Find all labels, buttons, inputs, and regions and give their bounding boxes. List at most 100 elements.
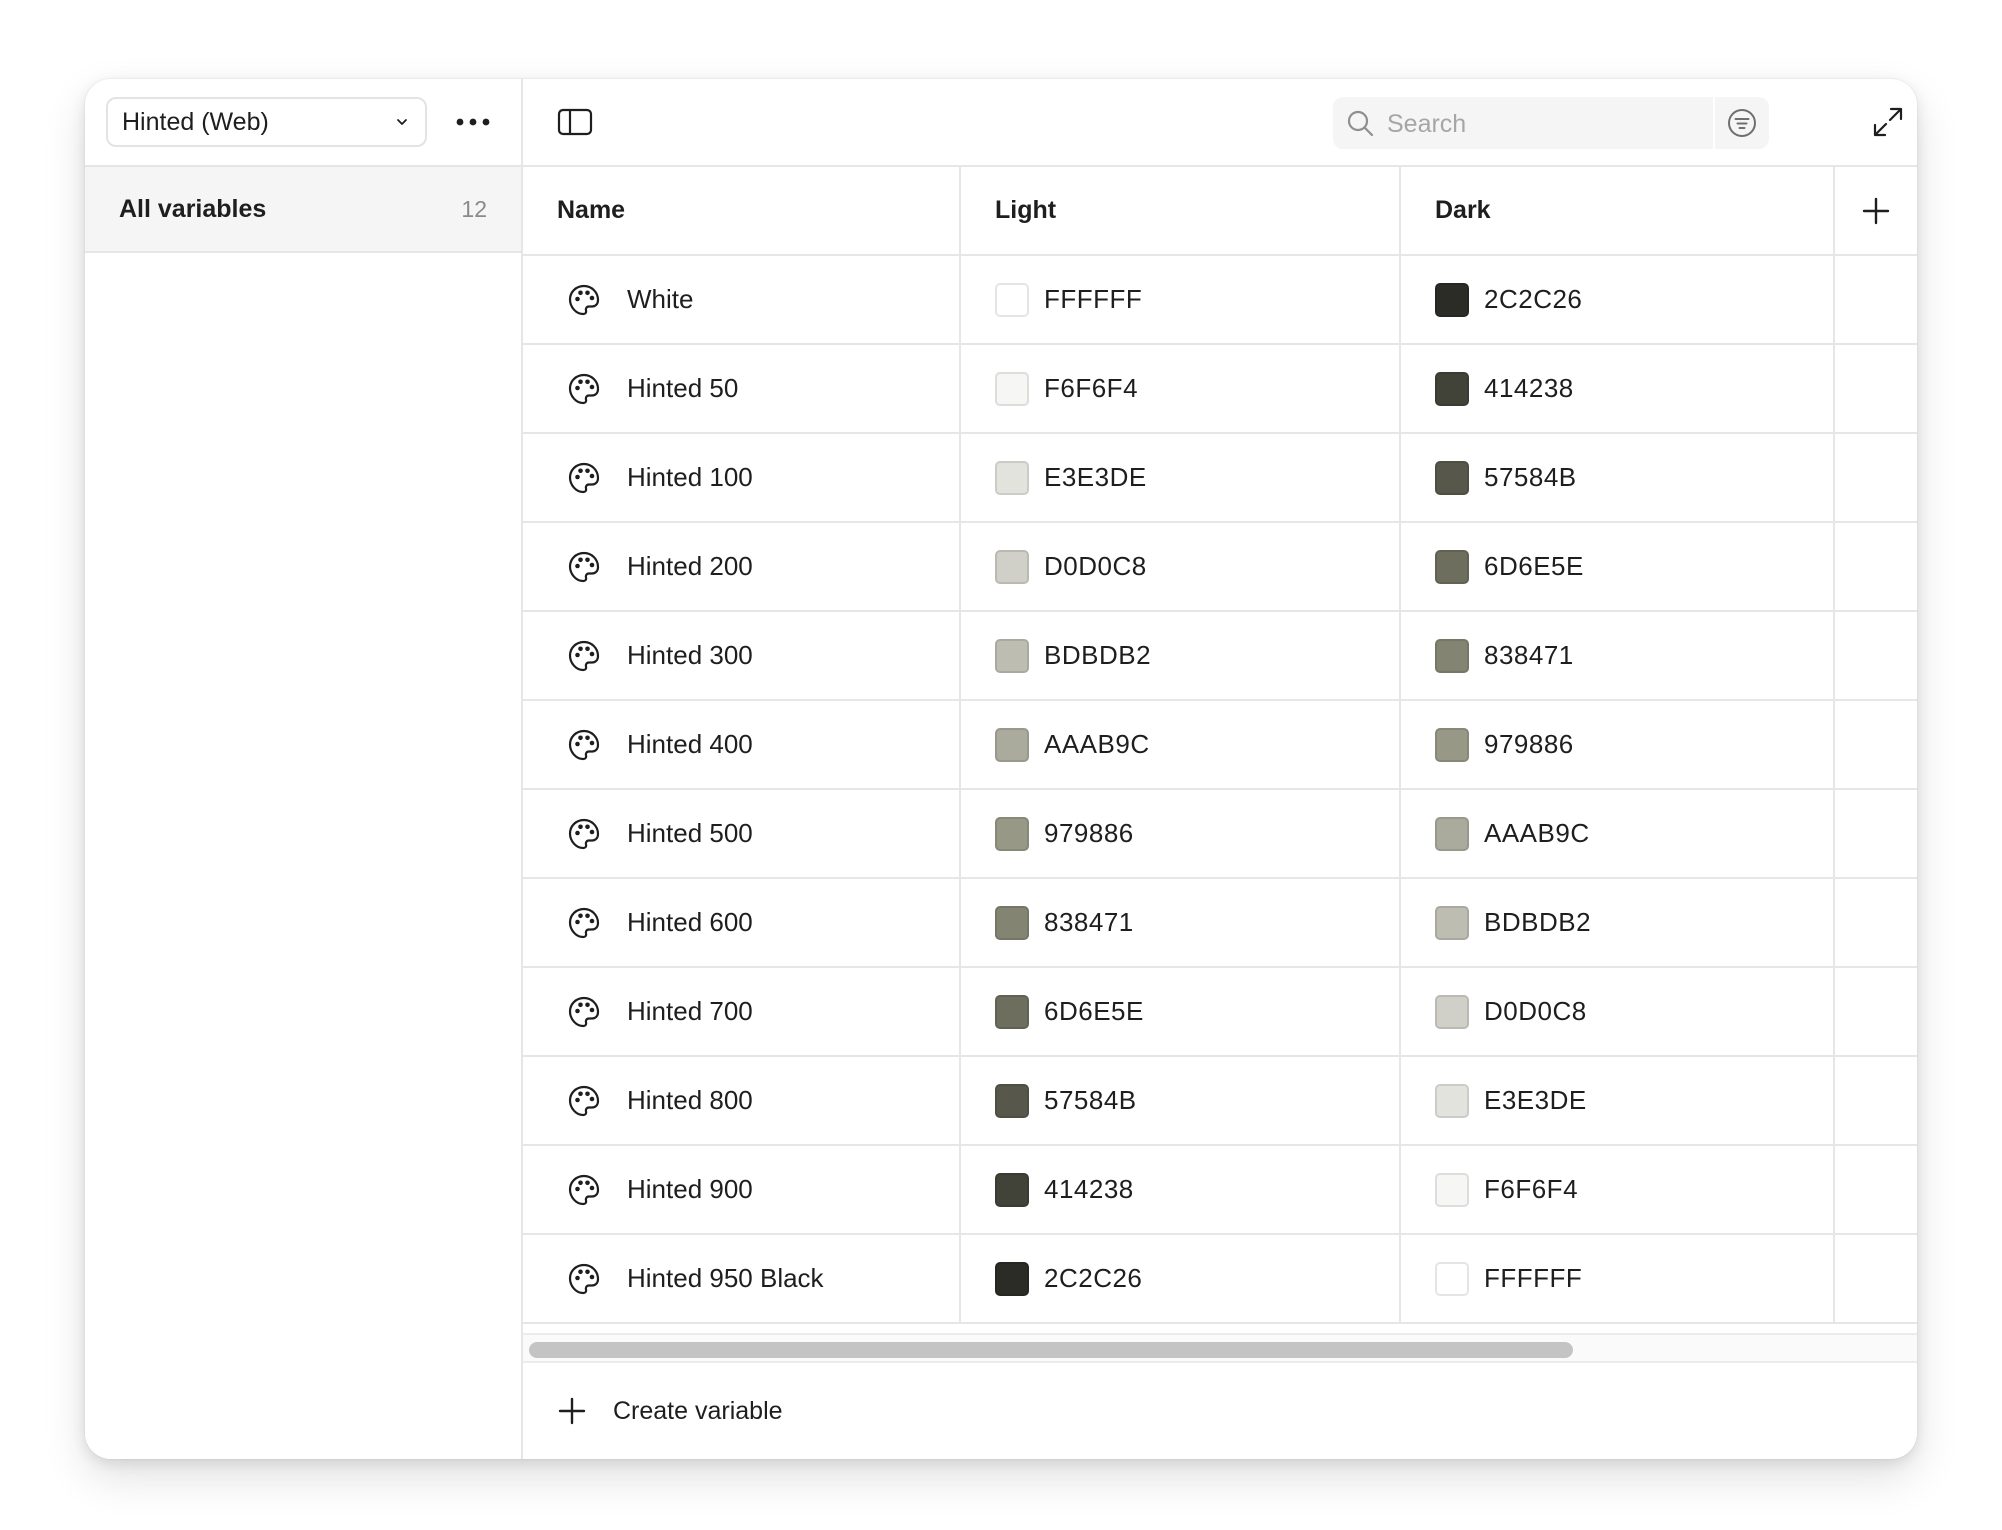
light-color-swatch[interactable] [995, 994, 1029, 1029]
search-input[interactable] [1385, 97, 1719, 151]
variable-name: Hinted 700 [627, 996, 753, 1026]
light-color-swatch[interactable] [995, 727, 1029, 762]
light-value-cell[interactable]: E3E3DE [961, 434, 1401, 521]
dark-color-swatch[interactable] [1435, 1172, 1469, 1207]
light-color-swatch[interactable] [995, 1083, 1029, 1118]
column-header-dark[interactable]: Dark [1401, 167, 1835, 254]
palette-icon [568, 373, 600, 404]
light-color-swatch[interactable] [995, 638, 1029, 673]
sidebar-header: Hinted (Web) [85, 79, 521, 167]
light-value-cell[interactable]: 57584B [961, 1057, 1401, 1144]
table-row[interactable]: Hinted 200 D0D0C8 6D6E5E [523, 523, 1917, 612]
dark-value-cell[interactable]: E3E3DE [1401, 1057, 1835, 1144]
light-value-cell[interactable]: 838471 [961, 879, 1401, 966]
light-color-swatch[interactable] [995, 1172, 1029, 1207]
dark-value-cell[interactable]: 838471 [1401, 612, 1835, 699]
light-value-cell[interactable]: D0D0C8 [961, 523, 1401, 610]
table-row[interactable]: White FFFFFF 2C2C26 [523, 256, 1917, 345]
dark-color-swatch[interactable] [1435, 994, 1469, 1029]
light-hex-value: AAAB9C [1044, 729, 1150, 759]
table-row[interactable]: Hinted 700 6D6E5E D0D0C8 [523, 968, 1917, 1057]
light-value-cell[interactable]: F6F6F4 [961, 345, 1401, 432]
dark-value-cell[interactable]: 2C2C26 [1401, 256, 1835, 343]
light-value-cell[interactable]: AAAB9C [961, 701, 1401, 788]
variable-name-cell[interactable]: Hinted 800 [523, 1057, 961, 1144]
table-row[interactable]: Hinted 800 57584B E3E3DE [523, 1057, 1917, 1146]
light-color-swatch[interactable] [995, 905, 1029, 940]
dark-color-swatch[interactable] [1435, 460, 1469, 495]
light-value-cell[interactable]: 6D6E5E [961, 968, 1401, 1055]
light-color-swatch[interactable] [995, 460, 1029, 495]
dark-value-cell[interactable]: 979886 [1401, 701, 1835, 788]
variable-name-cell[interactable]: Hinted 700 [523, 968, 961, 1055]
horizontal-scrollbar[interactable] [523, 1333, 1917, 1363]
variable-name-cell[interactable]: Hinted 300 [523, 612, 961, 699]
light-value-cell[interactable]: BDBDB2 [961, 612, 1401, 699]
create-variable-button[interactable]: Create variable [523, 1363, 1917, 1459]
light-value-cell[interactable]: 979886 [961, 790, 1401, 877]
expand-icon[interactable] [1871, 105, 1905, 139]
scrollbar-thumb[interactable] [529, 1342, 1573, 1358]
dark-color-swatch[interactable] [1435, 816, 1469, 851]
column-header-light[interactable]: Light [961, 167, 1401, 254]
dark-hex-value: BDBDB2 [1484, 907, 1592, 937]
light-color-swatch[interactable] [995, 549, 1029, 584]
light-color-swatch[interactable] [995, 371, 1029, 406]
dark-color-swatch[interactable] [1435, 638, 1469, 673]
variable-name-cell[interactable]: Hinted 600 [523, 879, 961, 966]
dark-value-cell[interactable]: FFFFFF [1401, 1235, 1835, 1322]
light-hex-value: 414238 [1044, 1174, 1134, 1204]
variable-name: Hinted 200 [627, 551, 753, 581]
light-value-cell[interactable]: FFFFFF [961, 256, 1401, 343]
dark-color-swatch[interactable] [1435, 1083, 1469, 1118]
dark-hex-value: 414238 [1484, 373, 1574, 403]
dark-value-cell[interactable]: D0D0C8 [1401, 968, 1835, 1055]
variable-name-cell[interactable]: Hinted 950 Black [523, 1235, 961, 1322]
column-header-name[interactable]: Name [523, 167, 961, 254]
variable-name: Hinted 50 [627, 373, 739, 403]
dark-value-cell[interactable]: F6F6F4 [1401, 1146, 1835, 1233]
more-options-button[interactable] [451, 106, 495, 138]
dark-value-cell[interactable]: 414238 [1401, 345, 1835, 432]
table-row[interactable]: Hinted 950 Black 2C2C26 FFFFFF [523, 1235, 1917, 1324]
table-row[interactable]: Hinted 50 F6F6F4 414238 [523, 345, 1917, 434]
light-value-cell[interactable]: 2C2C26 [961, 1235, 1401, 1322]
table-row[interactable]: Hinted 900 414238 F6F6F4 [523, 1146, 1917, 1235]
collection-select[interactable]: Hinted (Web) [106, 97, 427, 147]
dark-hex-value: D0D0C8 [1484, 996, 1587, 1026]
add-mode-plus-icon[interactable] [1861, 196, 1891, 226]
variable-name-cell[interactable]: Hinted 50 [523, 345, 961, 432]
dark-value-cell[interactable]: 57584B [1401, 434, 1835, 521]
table-row[interactable]: Hinted 300 BDBDB2 838471 [523, 612, 1917, 701]
table-row[interactable]: Hinted 600 838471 BDBDB2 [523, 879, 1917, 968]
variable-name-cell[interactable]: White [523, 256, 961, 343]
light-color-swatch[interactable] [995, 282, 1029, 317]
palette-icon [568, 462, 600, 493]
light-color-swatch[interactable] [995, 816, 1029, 851]
dark-color-swatch[interactable] [1435, 905, 1469, 940]
table-row[interactable]: Hinted 500 979886 AAAB9C [523, 790, 1917, 879]
column-header-name-label: Name [557, 196, 626, 224]
dark-value-cell[interactable]: AAAB9C [1401, 790, 1835, 877]
plus-icon [558, 1397, 586, 1425]
empty-mode-cell [1835, 1057, 1917, 1144]
variable-name-cell[interactable]: Hinted 200 [523, 523, 961, 610]
dark-color-swatch[interactable] [1435, 371, 1469, 406]
light-color-swatch[interactable] [995, 1261, 1029, 1296]
dark-color-swatch[interactable] [1435, 1261, 1469, 1296]
variable-name-cell[interactable]: Hinted 900 [523, 1146, 961, 1233]
sidebar-item-all-variables[interactable]: All variables 12 [85, 167, 521, 253]
sidebar-toggle-icon[interactable] [557, 107, 593, 137]
light-value-cell[interactable]: 414238 [961, 1146, 1401, 1233]
dark-color-swatch[interactable] [1435, 727, 1469, 762]
filter-icon[interactable] [1725, 106, 1759, 140]
dark-color-swatch[interactable] [1435, 282, 1469, 317]
dark-value-cell[interactable]: BDBDB2 [1401, 879, 1835, 966]
variable-name-cell[interactable]: Hinted 400 [523, 701, 961, 788]
table-row[interactable]: Hinted 100 E3E3DE 57584B [523, 434, 1917, 523]
table-row[interactable]: Hinted 400 AAAB9C 979886 [523, 701, 1917, 790]
variable-name-cell[interactable]: Hinted 500 [523, 790, 961, 877]
variable-name-cell[interactable]: Hinted 100 [523, 434, 961, 521]
dark-value-cell[interactable]: 6D6E5E [1401, 523, 1835, 610]
dark-color-swatch[interactable] [1435, 549, 1469, 584]
